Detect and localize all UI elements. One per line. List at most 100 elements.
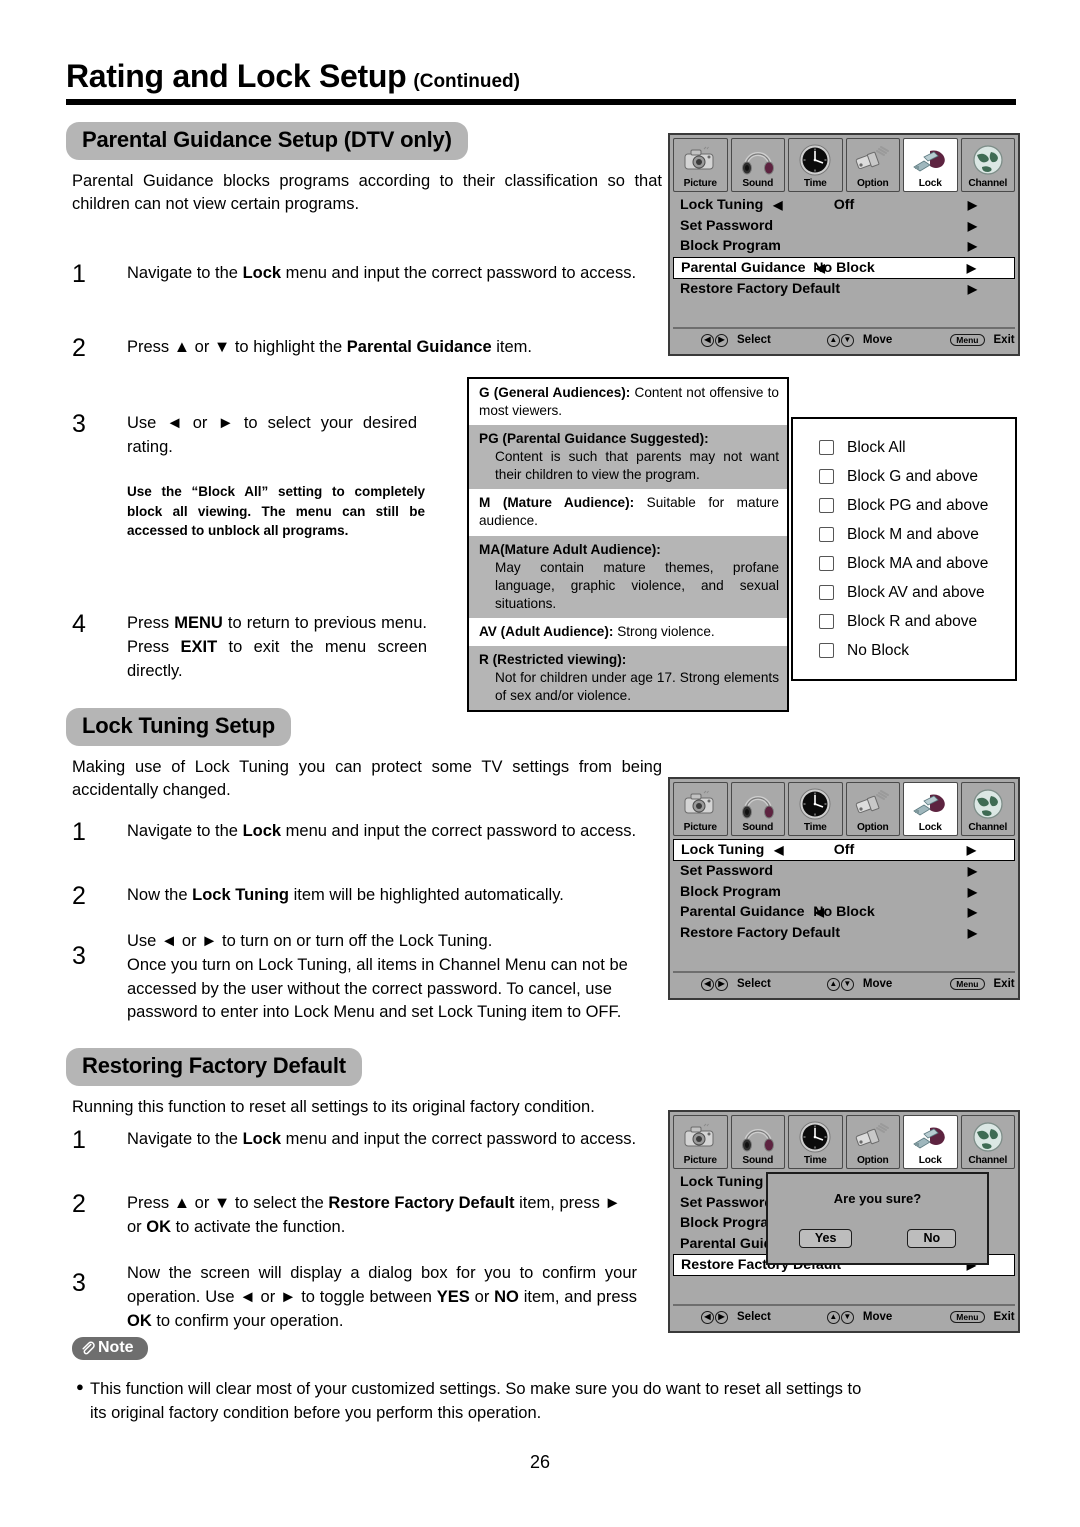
osd-menu-item-label: Set Password [680, 1194, 774, 1211]
globe-icon [962, 141, 1015, 178]
osd-menu-item[interactable]: Parental Guidance ◀ No Block ▶ [673, 902, 1015, 923]
left-arrow-icon[interactable]: ◀ [774, 843, 783, 857]
menu-key-icon: Menu [950, 334, 985, 346]
parental-step-2: 2 Press ▲ or ▼ to highlight the Parental… [72, 336, 652, 361]
right-arrow-icon[interactable]: ▶ [968, 219, 1009, 233]
osd-tab-option[interactable]: Option [845, 782, 900, 836]
block-option-item[interactable]: Block R and above [819, 607, 999, 636]
block-option-item[interactable]: Block MA and above [819, 549, 999, 578]
osd-tab-time[interactable]: Time [788, 782, 843, 836]
osd-tab-label: Channel [968, 178, 1008, 189]
osd-tab-bar[interactable]: Picture Sound Time Option Lock Channel [673, 138, 1015, 192]
osd-menu-item[interactable]: Set Password ▶ [673, 861, 1015, 882]
osd-tab-label: Picture [683, 1155, 717, 1166]
osd-tab-time[interactable]: Time [788, 138, 843, 192]
checkbox-icon[interactable] [819, 498, 834, 513]
checkbox-icon[interactable] [819, 440, 834, 455]
osd-tab-sound[interactable]: Sound [730, 138, 785, 192]
rating-code: M (Mature Audience): [479, 495, 635, 511]
osd-tab-lock[interactable]: Lock [903, 782, 958, 836]
right-arrow-icon[interactable]: ▶ [968, 198, 1009, 212]
step-number: 3 [72, 410, 86, 438]
osd-tab-picture[interactable]: Picture [673, 1115, 728, 1169]
osd-menu-item-label: Set Password [680, 217, 774, 234]
up-down-keys-icon: ▲ ▼ [826, 977, 854, 991]
checkbox-icon[interactable] [819, 527, 834, 542]
tv-osd-lock-menu-confirm[interactable]: Picture Sound Time Option Lock Channel Lock T… [668, 1110, 1020, 1333]
checkbox-icon[interactable] [819, 469, 834, 484]
osd-tab-bar[interactable]: Picture Sound Time Option Lock Channel [673, 1115, 1015, 1169]
block-option-item[interactable]: Block All [819, 433, 999, 462]
osd-tab-picture[interactable]: Picture [673, 782, 728, 836]
osd-tab-label: Picture [683, 822, 717, 833]
confirm-dialog[interactable]: Are you sure? Yes No [766, 1172, 989, 1265]
block-option-item[interactable]: Block M and above [819, 520, 999, 549]
osd-tab-picture[interactable]: Picture [673, 138, 728, 192]
osd-menu-item[interactable]: Block Program ▶ [673, 882, 1015, 903]
camera-icon [674, 141, 727, 178]
right-arrow-icon[interactable]: ▶ [968, 864, 1009, 878]
rating-code: AV (Adult Audience): [479, 623, 614, 639]
osd-menu-list[interactable]: Lock Tuning ◀ Off ▶ Set Password ▶ Block Progr… [673, 195, 1015, 299]
right-arrow-icon[interactable]: ▶ [968, 905, 1009, 919]
osd-tab-lock[interactable]: Lock [903, 138, 958, 192]
osd-menu-item[interactable]: Restore Factory Default ▶ [673, 279, 1015, 300]
osd-tab-time[interactable]: Time [788, 1115, 843, 1169]
osd-tab-label: Picture [683, 178, 717, 189]
left-arrow-icon[interactable]: ◀ [773, 198, 782, 212]
no-button[interactable]: No [907, 1229, 957, 1248]
rating-code: PG (Parental Guidance Suggested): [479, 431, 709, 447]
step-text: Use ◄ or ► to select your desired rating… [127, 414, 417, 456]
right-arrow-icon[interactable]: ▶ [968, 239, 1009, 253]
checkbox-icon[interactable] [819, 614, 834, 629]
block-option-item[interactable]: Block G and above [819, 462, 999, 491]
osd-tab-lock[interactable]: Lock [903, 1115, 958, 1169]
osd-tab-sound[interactable]: Sound [730, 782, 785, 836]
block-option-item[interactable]: Block AV and above [819, 578, 999, 607]
confirm-dialog-buttons[interactable]: Yes No [768, 1229, 987, 1248]
osd-menu-item-label: Lock Tuning [680, 1174, 764, 1191]
right-arrow-icon[interactable]: ▶ [967, 843, 1008, 857]
checkbox-icon[interactable] [819, 585, 834, 600]
step-text: Navigate to the Lock menu and input the … [127, 822, 637, 840]
left-arrow-icon[interactable]: ◀ [815, 905, 824, 919]
osd-tab-channel[interactable]: Channel [960, 782, 1015, 836]
osd-hint-exit: Menu Exit [950, 978, 1015, 990]
osd-tab-option[interactable]: Option [845, 1115, 900, 1169]
right-arrow-icon[interactable]: ▶ [968, 885, 1009, 899]
tv-osd-lock-menu-parental[interactable]: Picture Sound Time Option Lock Channel Lock T… [668, 133, 1020, 356]
osd-menu-item[interactable]: Set Password ▶ [673, 216, 1015, 237]
osd-tab-bar[interactable]: Picture Sound Time Option Lock Channel [673, 782, 1015, 836]
osd-menu-item[interactable]: Parental Guidance ◀ No Block ▶ [673, 256, 1015, 279]
yes-button[interactable]: Yes [798, 1229, 853, 1248]
osd-menu-list[interactable]: Lock Tuning ◀ Off ▶ Set Password ▶ Block Progr… [673, 839, 1015, 943]
left-right-keys-icon: ◀ ▶ [701, 1310, 728, 1324]
osd-menu-item[interactable]: Lock Tuning ◀ Off ▶ [673, 195, 1015, 216]
osd-menu-item[interactable]: Restore Factory Default ▶ [673, 923, 1015, 944]
headphones-icon [732, 785, 785, 822]
osd-tab-sound[interactable]: Sound [730, 1115, 785, 1169]
step-text: Press ▲ or ▼ to highlight the Parental G… [127, 338, 532, 356]
left-arrow-icon[interactable]: ◀ [816, 261, 825, 275]
right-arrow-icon[interactable]: ▶ [967, 261, 1008, 275]
right-arrow-icon[interactable]: ▶ [968, 926, 1009, 940]
block-option-label: Block All [847, 438, 906, 456]
right-arrow-icon[interactable]: ▶ [968, 282, 1009, 296]
checkbox-icon[interactable] [819, 643, 834, 658]
osd-tab-label: Lock [918, 178, 942, 189]
restoring-step-2: 2 Press ▲ or ▼ to select the Restore Fac… [72, 1192, 637, 1240]
osd-menu-list[interactable]: Lock Tuning Set Password Block Program Pare… [673, 1172, 1015, 1276]
checkbox-icon[interactable] [819, 556, 834, 571]
osd-tab-channel[interactable]: Channel [960, 1115, 1015, 1169]
osd-menu-item[interactable]: Lock Tuning ◀ Off ▶ [673, 839, 1015, 861]
osd-tab-label: Lock [918, 822, 942, 833]
tv-osd-lock-menu-tuning[interactable]: Picture Sound Time Option Lock Channel Lock T… [668, 777, 1020, 1000]
osd-tab-channel[interactable]: Channel [960, 138, 1015, 192]
osd-menu-item[interactable]: Block Program ▶ [673, 236, 1015, 257]
block-option-item[interactable]: No Block [819, 636, 999, 665]
osd-tab-option[interactable]: Option [845, 138, 900, 192]
connector-icon [847, 785, 900, 822]
osd-spacer [673, 943, 1015, 969]
step-number: 1 [72, 260, 86, 288]
block-option-item[interactable]: Block PG and above [819, 491, 999, 520]
